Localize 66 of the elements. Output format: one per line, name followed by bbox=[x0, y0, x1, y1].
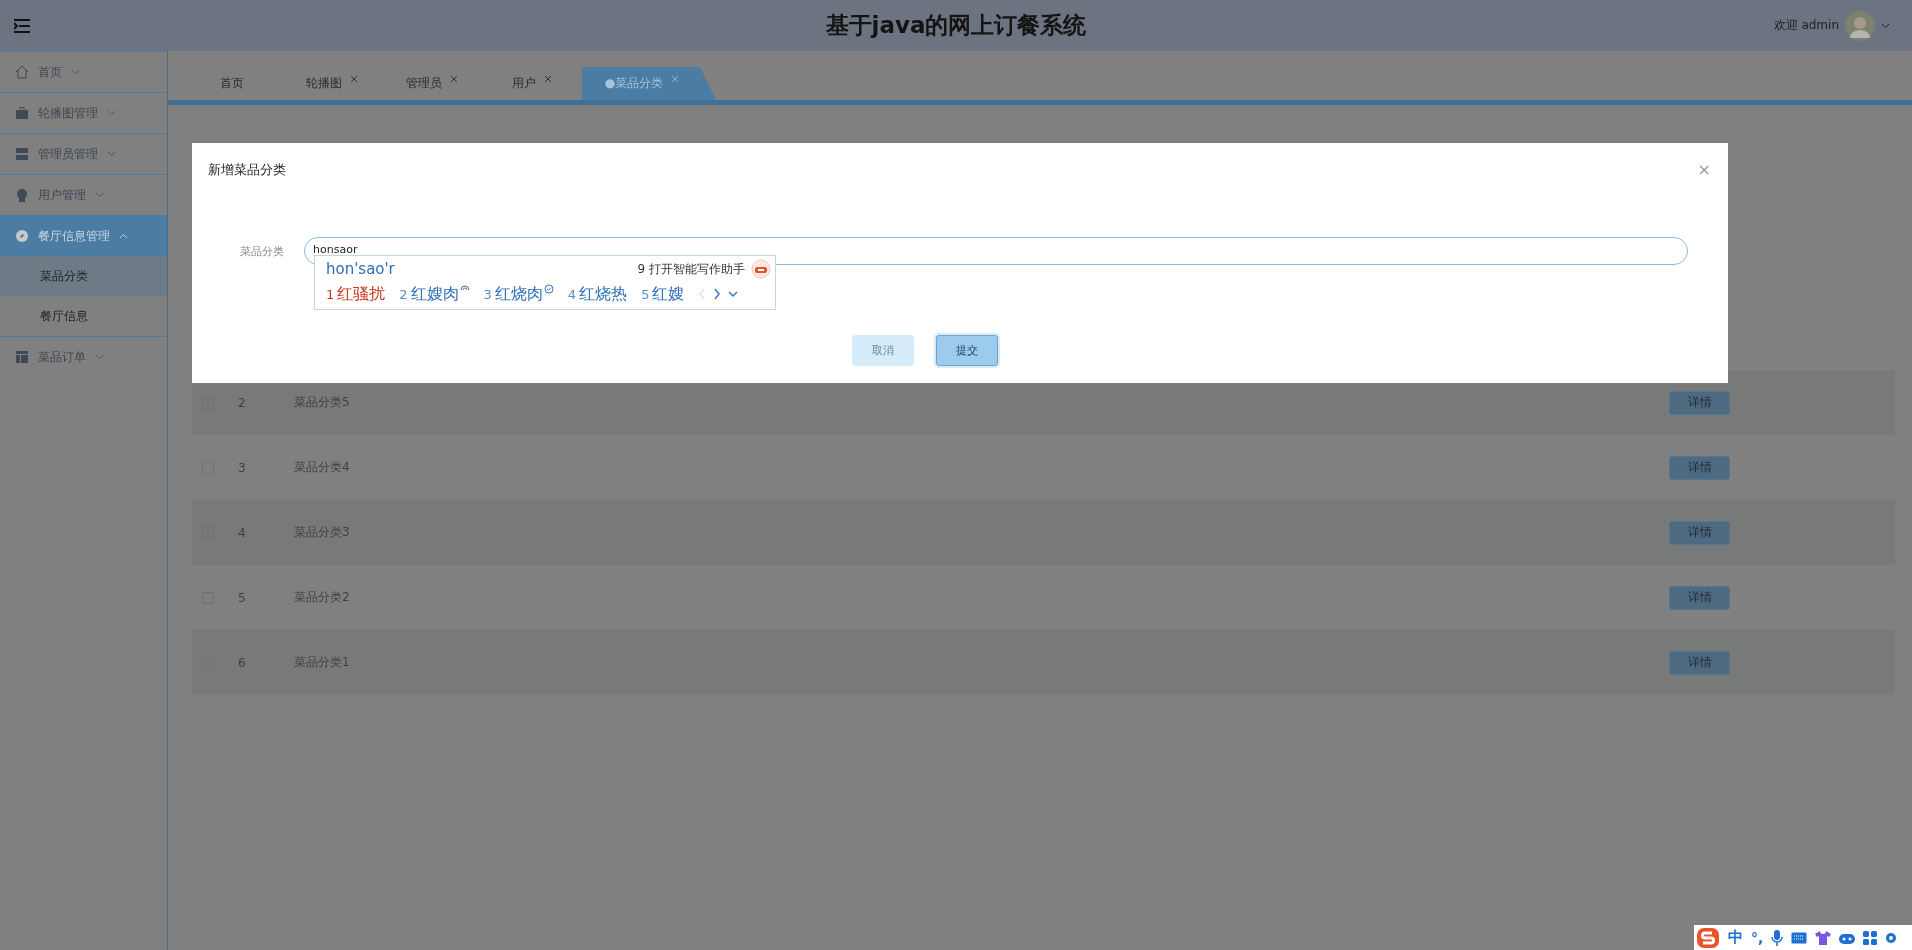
ime-candidate[interactable]: 2 红嫂肉 bbox=[399, 283, 470, 305]
nav-item[interactable]: 管理员管理 bbox=[0, 133, 167, 174]
close-icon[interactable] bbox=[544, 74, 552, 83]
submit-button[interactable]: 提交 bbox=[936, 335, 998, 366]
table-cell-text: 4 bbox=[238, 525, 247, 540]
details-button[interactable]: 详情 bbox=[1669, 390, 1730, 415]
close-icon[interactable] bbox=[350, 74, 358, 83]
server-icon bbox=[15, 147, 29, 161]
microphone-icon[interactable] bbox=[1771, 929, 1784, 946]
compass-icon bbox=[15, 229, 29, 243]
details-button[interactable]: 详情 bbox=[1669, 585, 1730, 610]
tab[interactable]: 轮播图 bbox=[282, 67, 382, 100]
logo-icon[interactable] bbox=[1696, 926, 1720, 949]
table-cell-text: 3 bbox=[238, 460, 247, 475]
tab[interactable]: 管理员 bbox=[382, 67, 482, 100]
tab[interactable]: 用户 bbox=[482, 67, 582, 100]
grid-icon[interactable] bbox=[1863, 930, 1878, 945]
keyboard-icon[interactable] bbox=[1791, 931, 1808, 944]
close-icon[interactable] bbox=[450, 74, 458, 83]
nav-item[interactable]: 餐厅信息管理 bbox=[0, 215, 167, 256]
close-button[interactable]: × bbox=[1697, 160, 1711, 179]
details-button[interactable]: 详情 bbox=[1669, 455, 1730, 480]
cancel-button[interactable]: 取消 bbox=[852, 335, 914, 366]
punctuation-toggle[interactable]: °, bbox=[1751, 929, 1764, 946]
swirl-icon bbox=[459, 283, 470, 292]
ime-candidate[interactable]: 1 红骚扰 bbox=[326, 283, 386, 305]
briefcase-icon bbox=[15, 106, 29, 120]
chevron-down-icon bbox=[71, 69, 80, 75]
ime-candidate[interactable]: 5 红嫂 bbox=[641, 283, 685, 305]
next-icon[interactable] bbox=[713, 288, 722, 300]
home-icon bbox=[15, 65, 29, 79]
chevron-down-icon[interactable] bbox=[728, 290, 739, 298]
shirt-icon[interactable] bbox=[1815, 929, 1832, 946]
badge-icon bbox=[15, 188, 29, 202]
menu-icon[interactable] bbox=[14, 18, 30, 33]
tab[interactable]: ●菜品分类 bbox=[582, 67, 716, 100]
table-cell-text: 菜品分类4 bbox=[294, 459, 351, 476]
table-cell-text: 6 bbox=[238, 655, 247, 670]
details-button[interactable]: 详情 bbox=[1669, 650, 1730, 675]
chevron-down-icon bbox=[107, 151, 116, 157]
chevron-down-icon bbox=[95, 354, 104, 360]
tab[interactable]: 首页 bbox=[182, 67, 282, 100]
chevron-down-icon bbox=[95, 192, 104, 198]
chevron-down-icon[interactable] bbox=[1881, 22, 1890, 29]
details-button[interactable]: 详情 bbox=[1669, 520, 1730, 545]
welcome-text: 欢迎 admin bbox=[1773, 17, 1839, 34]
robot-icon[interactable] bbox=[751, 259, 771, 279]
nav-item[interactable]: 首页 bbox=[0, 51, 167, 92]
check-icon bbox=[543, 283, 554, 294]
dialog-title: 新增菜品分类 bbox=[208, 160, 286, 179]
nav-item[interactable]: 菜品订单 bbox=[0, 336, 167, 377]
chevron-down-icon bbox=[107, 110, 116, 116]
nav-item[interactable]: 轮播图管理 bbox=[0, 92, 167, 133]
field-label: 菜品分类 bbox=[240, 243, 285, 259]
layout-icon bbox=[15, 350, 29, 364]
table-cell-text: 菜品分类2 bbox=[294, 589, 351, 606]
close-icon[interactable] bbox=[671, 74, 680, 83]
ime-candidate[interactable]: 3 红烧肉 bbox=[483, 283, 554, 305]
ime-candidate[interactable]: 4 红烧热 bbox=[567, 283, 628, 305]
avatar[interactable] bbox=[1845, 10, 1875, 41]
input-mode-toggle[interactable]: 中 bbox=[1728, 928, 1743, 947]
table-cell-text: 5 bbox=[238, 590, 247, 605]
app-title: 基于java的网上订餐系统 bbox=[825, 11, 1087, 40]
chevron-up-icon bbox=[119, 233, 128, 239]
nav-subitem[interactable]: 菜品分类 bbox=[0, 256, 167, 296]
table-cell-text: 2 bbox=[238, 395, 247, 410]
